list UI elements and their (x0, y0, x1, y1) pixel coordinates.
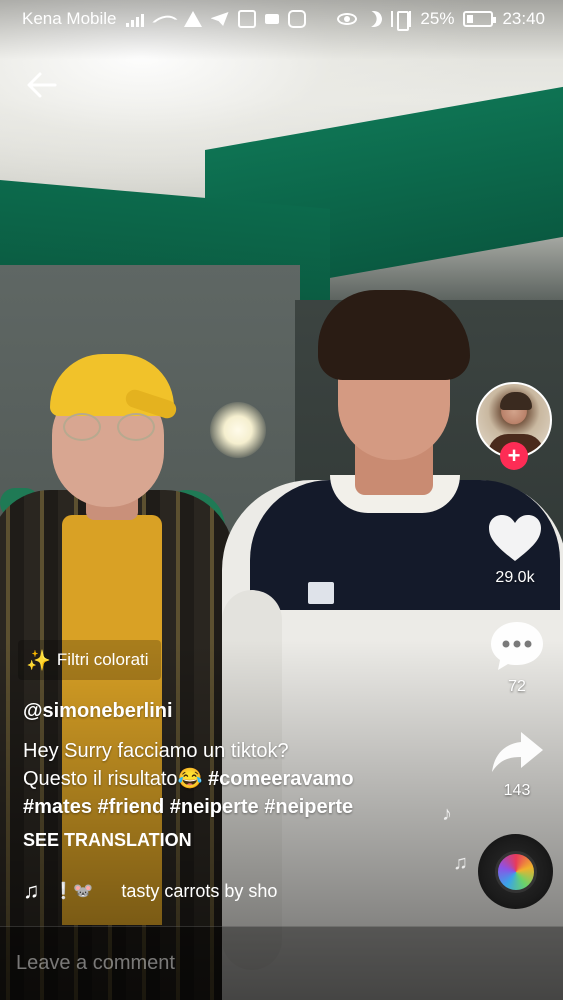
heart-icon (489, 515, 541, 561)
wall-lamp (210, 402, 266, 458)
sound-name: tasty carrots by sho (121, 880, 278, 901)
share-count: 143 (503, 782, 531, 799)
comment-button[interactable]: 72 (477, 620, 557, 696)
hashtag-link[interactable]: #neiperte (264, 796, 353, 818)
comment-bubble-icon (491, 622, 543, 670)
caption: Hey Surry facciamo un tiktok? Questo il … (23, 737, 423, 821)
hashtag-link[interactable]: #comeeravamo (208, 768, 354, 790)
chat-icon (264, 14, 279, 24)
clock: 23:40 (502, 9, 545, 28)
follow-button[interactable]: + (500, 442, 528, 470)
telegram-icon (210, 12, 229, 26)
sound-decor: ❕🐭 (53, 883, 94, 900)
instagram-icon (287, 10, 306, 28)
caption-line: #mates #friend #neiperte #neiperte (23, 793, 423, 821)
floating-music-note-icon: ♪ (442, 803, 452, 825)
username-link[interactable]: @simoneberlini (23, 700, 173, 723)
person-left-glasses (63, 413, 161, 443)
effect-label: Filtri colorati (56, 650, 149, 669)
caption-line: Hey Surry facciamo un tiktok? (23, 740, 289, 762)
hashtag-link[interactable]: #friend (98, 796, 165, 818)
caption-line: Questo il risultato😂 #comeeravamo (23, 765, 423, 793)
sweater-logo (308, 582, 334, 604)
like-count: 29.0k (495, 569, 535, 586)
wifi-icon (151, 8, 178, 34)
warning-icon (183, 11, 202, 27)
comment-count: 72 (508, 678, 526, 695)
sound-row[interactable]: ♫ ❕🐭 tasty carrots by sho (23, 876, 306, 906)
moon-icon (364, 9, 385, 30)
hashtag-link[interactable]: #neiperte (170, 796, 259, 818)
sound-disc-button[interactable] (478, 834, 553, 909)
floating-music-note-icon: ♫ (453, 852, 468, 874)
vibrate-icon (391, 11, 412, 31)
tiktok-video-screen: Kena Mobile 25% 23:40 + 29.0k 72 143 ♪ ♫… (0, 0, 563, 1000)
magic-wand-icon: ✨ (26, 649, 51, 672)
creator-avatar-group: + (476, 382, 552, 470)
effect-chip[interactable]: ✨ Filtri colorati (18, 640, 161, 680)
share-button[interactable]: 143 (477, 728, 557, 800)
signal-icon (125, 11, 146, 27)
carrier-name: Kena Mobile (22, 9, 117, 28)
like-button[interactable]: 29.0k (475, 513, 555, 587)
see-translation-link[interactable]: SEE TRANSLATION (23, 830, 192, 851)
status-bar: Kena Mobile 25% 23:40 (0, 0, 563, 38)
back-arrow-icon[interactable] (22, 65, 62, 105)
caption-text: Questo il risultato😂 (23, 768, 203, 790)
music-note-icon: ♫ (23, 878, 40, 903)
eye-icon (337, 13, 358, 25)
battery-icon (463, 11, 497, 27)
app-notification-icon (237, 10, 256, 28)
battery-percent: 25% (420, 9, 455, 28)
sound-cover-icon (494, 850, 537, 893)
comment-bar (0, 926, 563, 1000)
battery-fill (467, 15, 473, 23)
comment-input[interactable] (16, 952, 536, 975)
share-arrow-icon (492, 732, 543, 772)
avatar-hair (500, 392, 532, 410)
hashtag-link[interactable]: #mates (23, 796, 92, 818)
